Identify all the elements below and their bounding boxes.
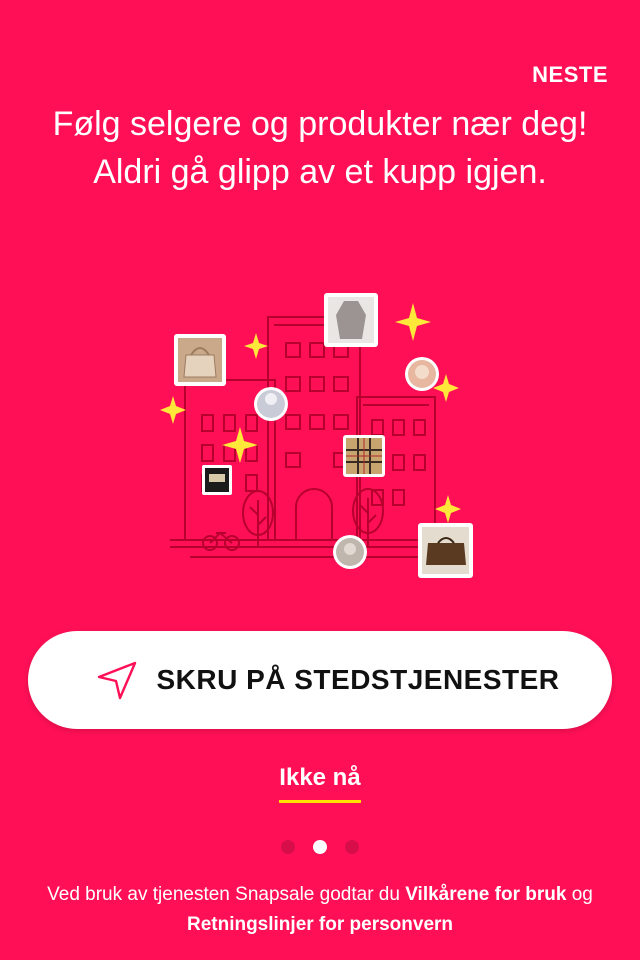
- page-dot-active: [313, 840, 327, 854]
- onboarding-headline: Følg selgere og produkter nær deg! Aldri…: [52, 105, 588, 191]
- privacy-link[interactable]: Retningslinjer for personvern: [187, 914, 453, 935]
- legal-middle: og: [566, 884, 593, 905]
- product-thumb-coat: [324, 293, 378, 347]
- sparkle-icon: [244, 333, 268, 359]
- seller-avatar: [333, 535, 367, 569]
- sparkle-icon: [435, 495, 461, 523]
- seller-avatar: [254, 387, 288, 421]
- seller-avatar: [405, 357, 439, 391]
- product-thumb-scarf: [343, 435, 385, 477]
- enable-location-label: SKRU PÅ STEDSTJENESTER: [156, 664, 560, 695]
- sparkle-icon: [222, 427, 258, 463]
- legal-prefix: Ved bruk av tjenesten Snapsale godtar du: [47, 884, 406, 905]
- location-arrow-icon: [94, 657, 140, 703]
- page-indicator: [0, 840, 640, 854]
- product-thumb-wallet: [418, 523, 473, 578]
- terms-link[interactable]: Vilkårene for bruk: [405, 884, 566, 905]
- page-dot: [345, 840, 359, 854]
- sparkle-icon: [395, 303, 431, 341]
- enable-location-button[interactable]: SKRU PÅ STEDSTJENESTER: [28, 631, 612, 729]
- door: [295, 488, 333, 540]
- legal-notice: Ved bruk av tjenesten Snapsale godtar du…: [30, 880, 610, 940]
- product-thumb-bag: [174, 334, 226, 386]
- sparkle-icon: [160, 396, 186, 424]
- product-thumb-item: [202, 465, 232, 495]
- city-illustration: [150, 285, 490, 585]
- skip-container: Ikke nå: [0, 764, 640, 803]
- page-dot: [281, 840, 295, 854]
- buildings-line-art: [160, 293, 473, 578]
- next-button[interactable]: NESTE: [532, 62, 608, 88]
- not-now-link[interactable]: Ikke nå: [279, 764, 361, 803]
